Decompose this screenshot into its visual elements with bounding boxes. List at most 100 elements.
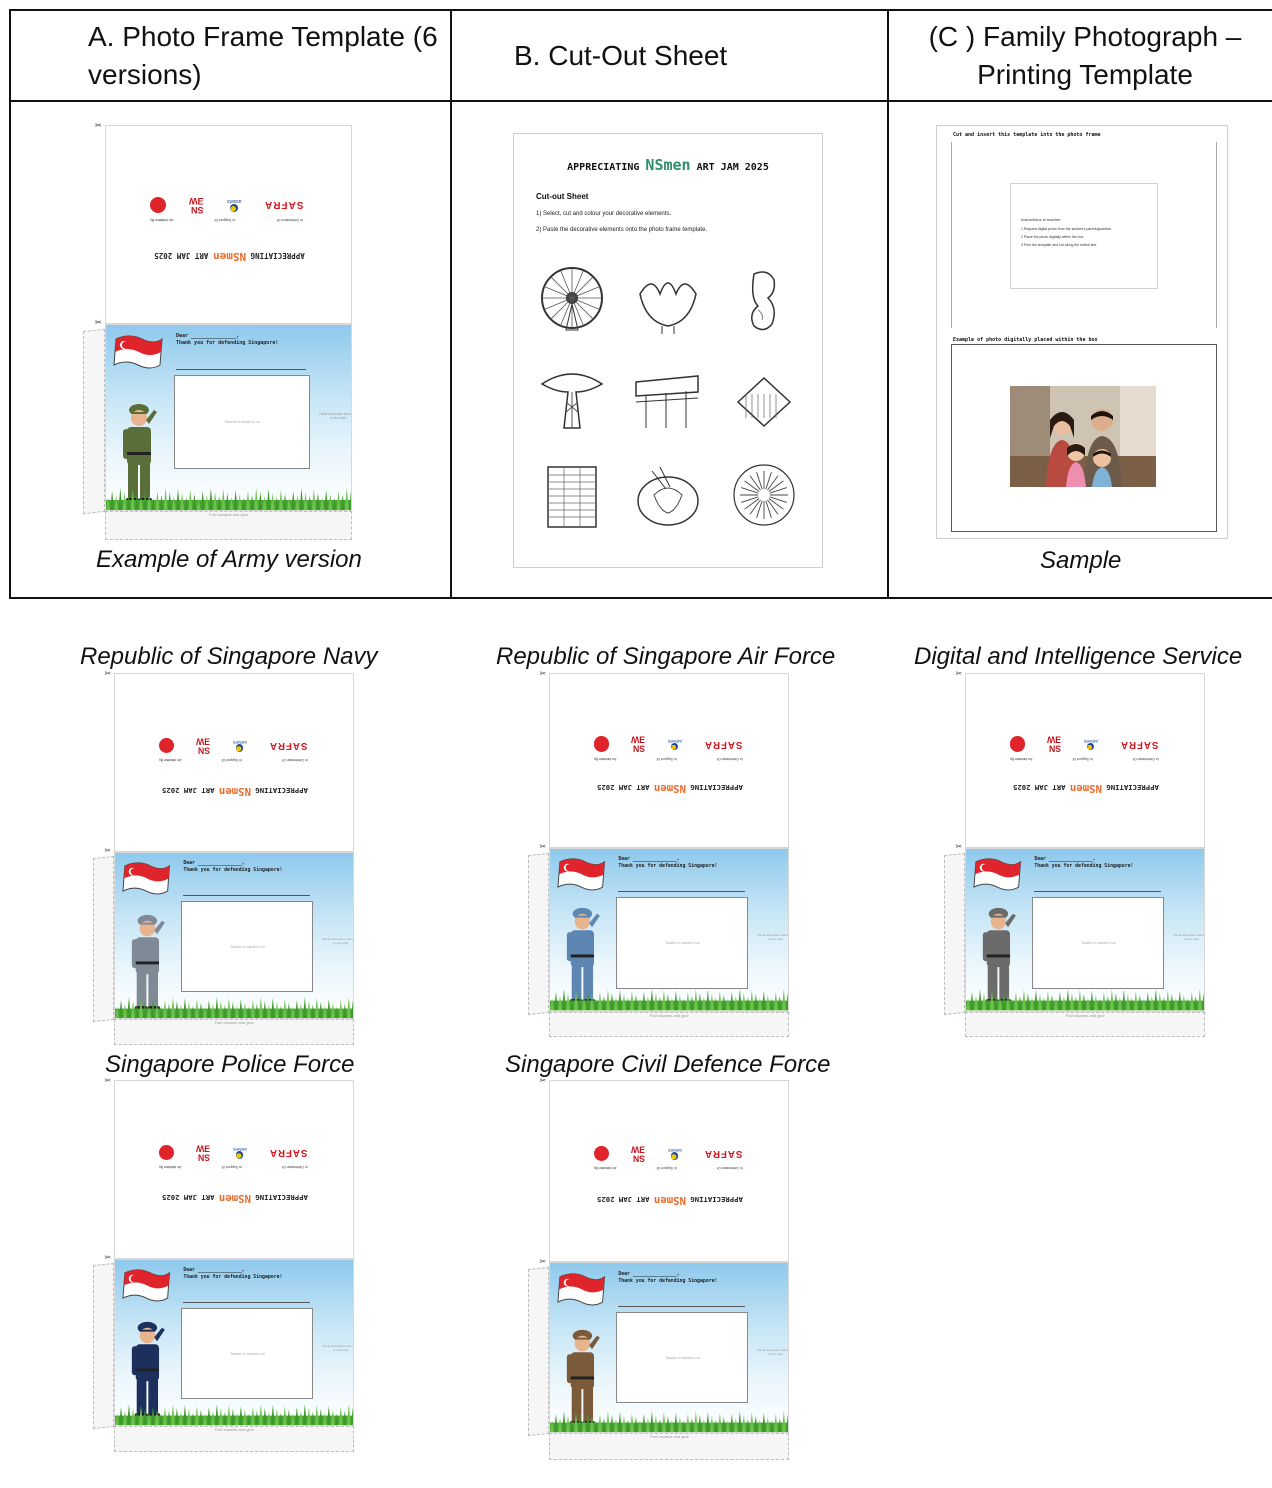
version-label-police: Singapore Police Force [105,1051,355,1078]
photo-placement-area: Teacher to assist to cut [1032,897,1165,989]
cut-out-sheet-subtitle: Cut-out Sheet [536,192,589,201]
army-photo-frame-template: SN ƎW assets SAFRA In Celebration Of In Supp… [83,121,358,540]
dear-line: Dear _______________, Thank you for defen… [618,856,717,870]
digital-intelligence-photo-frame-template: SN ƎW assets SAFRA In Celebration Of In Supp… [944,669,1211,1037]
logo-caption: In Celebration Of [281,758,308,762]
logo-caption: In Celebration Of [716,1166,743,1171]
assets-logo: assets [227,198,241,212]
supertree-cutout [536,362,608,434]
assets-wordmark: assets [226,197,242,204]
fold-flap-bottom: Fold inwards and glue [965,1011,1206,1037]
dear-text: Dear _______________, [183,1267,245,1274]
chilli-crab-dish-cutout [632,459,704,531]
ns-we-logo: SN ƎW [631,1144,646,1164]
table-divider [887,9,889,599]
title-post: ART JAM 2025 [597,783,655,793]
column-header-family-photograph: (C ) Family Photograph – Printing Templa… [928,21,1242,90]
frame-bottom-panel: Dear _______________, Thank you for defen… [114,1258,355,1426]
fold-note: Fold inwards and glue [208,511,249,517]
teacher-step-3: 3 Print the template and cut along the d… [1021,243,1098,247]
column-header-cut-out-sheet: B. Cut-Out Sheet [514,40,728,71]
family-photo-illustration [1010,386,1156,487]
dear-line: Dear _______________, Thank you for defen… [618,1271,717,1285]
logo-caption: An Initiative By [150,217,174,222]
fold-flap-bottom: Fold inwards and glue [114,1425,355,1452]
assets-logo: assets [667,1147,682,1161]
frame-bottom-panel: Dear _______________, Thank you for defen… [549,847,790,1012]
ns-we-logo: SN ƎW [196,1143,211,1163]
caption-army-version: Example of Army version [96,546,362,573]
title-nsmen: NSmen [219,1191,252,1205]
civil-defence-photo-frame-template: SN ƎW assets SAFRA In Celebration Of In Supp… [528,1076,795,1460]
logo-caption-row: In Celebration Of In Support Of An Initiat… [594,1166,743,1170]
logo-caption: An Initiative By [158,758,181,762]
scissors-icon: ✂ [104,845,112,855]
dear-text: Dear _______________, [618,856,680,863]
frame-top-panel: SN ƎW assets SAFRA In Celebration Of In Supp… [114,673,355,852]
logo-caption-row: In Celebration Of In Support Of An Initiat… [594,757,743,761]
hdb-flats-cutout [536,459,608,531]
cut-out-step-1: 1) Select, cut and colour your decorativ… [536,211,672,217]
teacher-assist-note: Teacher to assist to cut [1081,940,1116,945]
grass-border [966,987,1205,1011]
ns-we-logo: SN ƎW [1047,735,1062,754]
title-nsmen: NSmen [212,249,247,263]
thank-you-text: Thank you for defending Singapore! [1034,863,1134,870]
ns-we-logo: SN ƎW [189,195,204,215]
paste-decorations-note: Paste decorative elements on the side [757,1347,788,1356]
partner-logo-row: SN ƎW assets SAFRA [593,1143,743,1164]
dear-text: Dear _______________, [618,1271,680,1278]
version-label-civil-defence: Singapore Civil Defence Force [505,1051,831,1078]
thank-you-text: Thank you for defending Singapore! [176,340,279,347]
partner-logo-row: SN ƎW assets SAFRA [158,1142,308,1163]
photo-placement-box [951,344,1217,532]
jewel-building-cutout [728,362,800,434]
ns-we-logo: SN ƎW [196,736,211,756]
ferris-wheel-cutout [536,264,608,336]
sg60-logo [158,1144,175,1161]
logo-caption: In Support Of [221,758,242,762]
column-header-photo-frame-template: A. Photo Frame Template (6 versions) [88,21,438,90]
assets-wordmark: assets [1083,737,1098,743]
art-jam-title: APPRECIATING NSmen ART JAM 2025 [550,782,790,795]
scissors-icon: ✂ [955,669,963,679]
ns-we-logo: SN ƎW [631,735,646,754]
logo-caption: In Celebration Of [281,1165,308,1169]
assets-ring [670,1152,679,1161]
partner-logo-row: SN ƎW assets SAFRA [150,194,304,216]
table-header-divider [9,100,1272,102]
version-label-air-force: Republic of Singapore Air Force [496,643,836,670]
teacher-instructions-box: Instructions to teacher: 1 Request digit… [1010,183,1158,289]
assets-wordmark: assets [232,739,247,744]
assets-ring [235,744,244,752]
teacher-assist-note: Teacher to assist to cut [230,1351,265,1356]
family-photo [1010,386,1156,487]
logo-caption-row: In Celebration Of In Support Of An Initiat… [150,218,303,222]
sg60-logo [593,1145,610,1162]
assets-logo: assets [233,739,247,752]
paste-decorations-note: Paste decorative elements on the side [322,1343,353,1352]
dear-text: Dear _______________, [176,333,240,340]
logo-caption: In Celebration Of [277,217,304,222]
safra-logo: SAFRA [268,1146,308,1158]
title-nsmen: NSmen [219,784,252,798]
dear-line: Dear _______________, Thank you for defen… [183,860,282,874]
title-post: ART JAM 2025 [154,250,213,260]
singapore-flag-icon [121,1267,171,1304]
frame-bottom-panel: Dear _______________, Thank you for defen… [114,851,355,1019]
logo-caption-row: In Celebration Of In Support Of An Initiat… [159,758,308,762]
assets-wordmark: assets [667,1147,682,1153]
grass-border [115,1402,354,1425]
fold-flap-left [944,852,966,1015]
dear-underline [1034,891,1161,893]
fireworks-cutout [728,459,800,531]
dear-text: Dear _______________, [183,860,245,867]
dear-underline [183,895,310,897]
fold-note: Fold inwards and glue [214,1426,254,1432]
assets-ring [235,1151,244,1159]
fold-note: Fold inwards and glue [649,1012,689,1018]
frame-bottom-panel: Dear _______________, Thank you for defen… [105,324,352,511]
assets-ring [229,203,238,212]
paste-decorations-note: Paste decorative elements on the side [757,933,788,941]
frame-top-panel: SN ƎW assets SAFRA In Celebration Of In Supp… [965,673,1206,848]
